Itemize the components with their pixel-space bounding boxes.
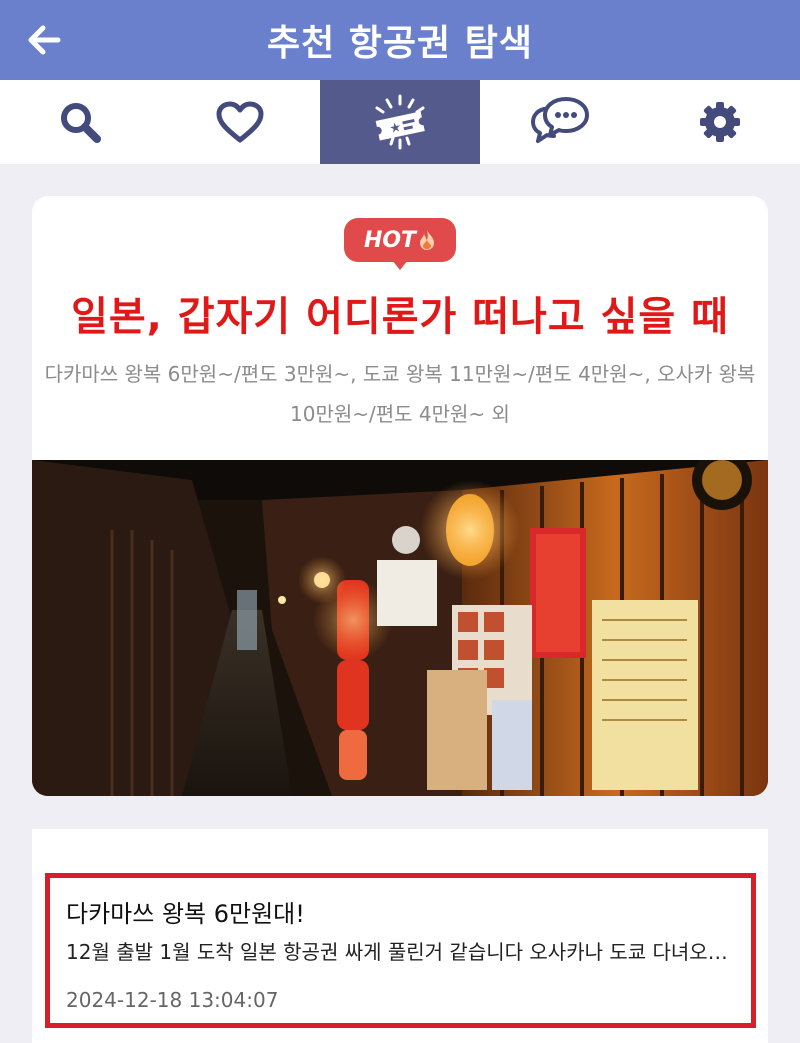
hot-badge-pointer [392, 260, 408, 270]
featured-card[interactable]: HOT 일본, 갑자기 어디론가 떠나고 싶을 때 다카마쓰 왕복 6만원~/편… [32, 196, 768, 796]
post-item[interactable]: 다카마쓰 왕복 6만원대! 12월 출발 1월 도착 일본 항공권 싸게 풀린거… [45, 873, 756, 1028]
chat-bubbles-icon [531, 97, 589, 143]
gear-icon [700, 102, 740, 142]
post-preview: 12월 출발 1월 도착 일본 항공권 싸게 풀린거 같습니다 오사카나 도쿄 … [66, 940, 740, 964]
post-title: 다카마쓰 왕복 6만원대! [66, 900, 305, 928]
tab-search[interactable] [0, 80, 160, 164]
hot-badge: HOT [344, 218, 456, 270]
tab-settings[interactable] [640, 80, 800, 164]
tab-favorites[interactable] [160, 80, 320, 164]
featured-description: 다카마쓰 왕복 6만원~/편도 3만원~, 도쿄 왕복 11만원~/편도 4만원… [44, 362, 756, 426]
tab-community[interactable] [480, 80, 640, 164]
back-button[interactable] [24, 20, 64, 60]
featured-headline: 일본, 갑자기 어디론가 떠나고 싶을 때 [71, 294, 729, 340]
post-date: 2024-12-18 13:04:07 [66, 988, 279, 1012]
japanese-izakaya-alley-photo [32, 460, 768, 796]
tab-bar: ★ [0, 80, 800, 164]
tab-recommended-tickets[interactable]: ★ [320, 80, 480, 164]
heart-icon [216, 101, 264, 143]
search-icon [61, 103, 101, 143]
post-list: 다카마쓰 왕복 6만원대! 12월 출발 1월 도착 일본 항공권 싸게 풀린거… [32, 829, 768, 1043]
ticket-icon: ★ [375, 94, 425, 150]
hot-badge-pill: HOT [344, 218, 456, 262]
app-header: 추천 항공권 탐색 [0, 0, 800, 80]
fire-icon [420, 230, 435, 250]
page-title: 추천 항공권 탐색 [267, 23, 533, 64]
hot-badge-label: HOT [363, 227, 417, 253]
arrow-left-icon [28, 25, 61, 55]
